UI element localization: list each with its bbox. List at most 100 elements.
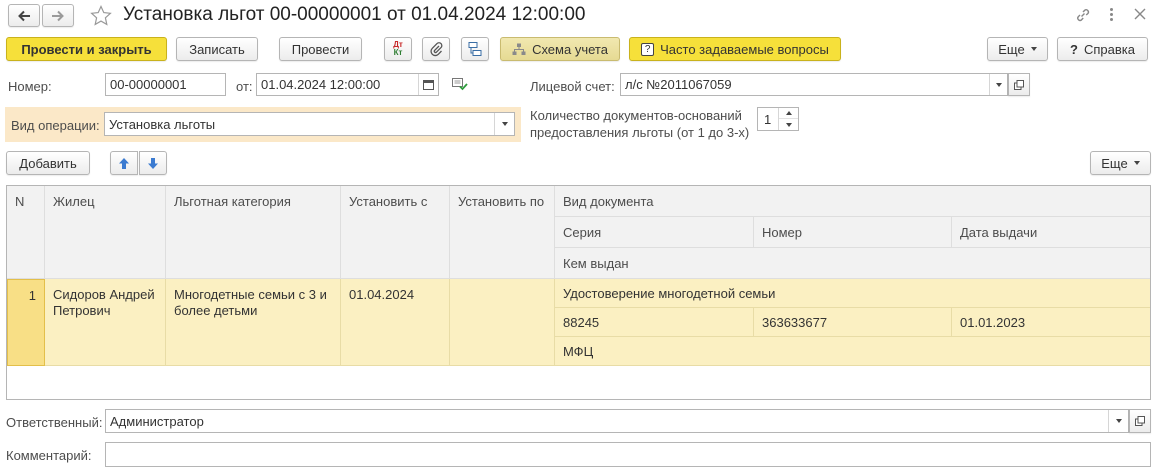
dt-kt-icon: Дт Кт bbox=[393, 40, 403, 57]
help-question-icon: ? bbox=[1070, 41, 1078, 57]
category-line2: более детьми bbox=[174, 303, 258, 318]
col-header-from[interactable]: Установить с bbox=[341, 186, 450, 279]
forward-button[interactable] bbox=[42, 4, 74, 27]
cell-issue-date[interactable]: 01.01.2023 bbox=[952, 308, 1150, 337]
comment-field[interactable] bbox=[105, 442, 1151, 467]
responsible-label: Ответственный: bbox=[6, 415, 103, 430]
series-value: 88245 bbox=[563, 314, 600, 330]
chevron-down-icon bbox=[1030, 47, 1037, 51]
open-window-icon bbox=[1135, 416, 1145, 426]
responsible-field[interactable]: Администратор bbox=[105, 409, 1129, 433]
cell-to[interactable] bbox=[450, 279, 555, 366]
account-field[interactable]: л/с №2011067059 bbox=[620, 73, 1008, 96]
account-dropdown-button[interactable] bbox=[989, 74, 1007, 95]
accounting-scheme-label: Схема учета bbox=[532, 41, 608, 57]
stepper-up-icon[interactable] bbox=[779, 108, 798, 119]
resident-name-line2: Петрович bbox=[53, 303, 111, 318]
more-menu-button[interactable]: Еще bbox=[987, 37, 1048, 61]
col-header-number[interactable]: Номер bbox=[754, 217, 952, 248]
col-header-to[interactable]: Установить по bbox=[450, 186, 555, 279]
vertical-dots-icon[interactable] bbox=[1108, 6, 1114, 23]
structure-button[interactable] bbox=[461, 37, 489, 61]
row-number: 1 bbox=[28, 288, 36, 303]
close-icon[interactable] bbox=[1134, 8, 1146, 23]
more-label: Еще bbox=[998, 41, 1025, 57]
faq-label: Часто задаваемые вопросы bbox=[660, 41, 829, 57]
open-window-icon bbox=[1014, 79, 1024, 90]
add-row-button[interactable]: Добавить bbox=[6, 151, 90, 175]
move-down-button[interactable] bbox=[139, 151, 167, 175]
cell-category[interactable]: Многодетные семьи с 3 и более детьми bbox=[166, 279, 341, 366]
issued-by-value: МФЦ bbox=[563, 343, 594, 359]
move-up-button[interactable] bbox=[110, 151, 138, 175]
date-value: 01.04.2024 12:00:00 bbox=[261, 77, 381, 92]
responsible-dropdown-button[interactable] bbox=[1108, 410, 1128, 432]
cell-number[interactable]: 363633677 bbox=[754, 308, 952, 337]
cell-resident[interactable]: Сидоров Андрей Петрович bbox=[45, 279, 166, 366]
docs-count-label-line2: предоставления льготы (от 1 до 3-х) bbox=[530, 125, 750, 140]
stepper-buttons[interactable] bbox=[778, 108, 798, 130]
favorite-star-button[interactable] bbox=[90, 5, 112, 29]
post-and-close-button[interactable]: Провести и закрыть bbox=[6, 37, 167, 61]
col-header-category[interactable]: Льготная категория bbox=[166, 186, 341, 279]
save-button[interactable]: Записать bbox=[176, 37, 258, 61]
link-icon[interactable] bbox=[1075, 7, 1091, 26]
benefits-table[interactable]: N Жилец Льготная категория Установить с … bbox=[6, 185, 1151, 400]
cell-doc-type[interactable]: Удостоверение многодетной семьи bbox=[555, 279, 1150, 308]
help-button[interactable]: ? Справка bbox=[1057, 37, 1148, 61]
col-header-doc-type[interactable]: Вид документа bbox=[555, 186, 1150, 217]
date-field[interactable]: 01.04.2024 12:00:00 bbox=[256, 73, 439, 96]
attachments-button[interactable] bbox=[422, 37, 450, 61]
docs-count-value: 1 bbox=[764, 111, 772, 127]
cell-issued-by[interactable]: МФЦ bbox=[555, 337, 1150, 366]
paperclip-icon bbox=[430, 42, 443, 57]
arrow-left-icon bbox=[18, 10, 30, 21]
dt-kt-button[interactable]: Дт Кт bbox=[384, 37, 412, 61]
stepper-down-icon[interactable] bbox=[779, 119, 798, 130]
cell-n[interactable]: 1 bbox=[7, 279, 45, 366]
accounting-scheme-button[interactable]: Схема учета bbox=[500, 37, 620, 61]
cell-from[interactable]: 01.04.2024 bbox=[341, 279, 450, 366]
calendar-icon bbox=[423, 80, 434, 90]
question-icon: ? bbox=[641, 42, 655, 56]
operation-value: Установка льготы bbox=[109, 116, 216, 132]
post-button[interactable]: Провести bbox=[279, 37, 362, 61]
posting-status-icon bbox=[452, 77, 468, 94]
calendar-button[interactable] bbox=[418, 74, 438, 95]
col-header-series[interactable]: Серия bbox=[555, 217, 754, 248]
star-icon bbox=[90, 5, 112, 26]
table-more-label: Еще bbox=[1101, 155, 1128, 171]
number-value-cell: 363633677 bbox=[762, 314, 828, 330]
operation-select[interactable]: Установка льготы bbox=[104, 112, 515, 136]
col-header-n[interactable]: N bbox=[7, 186, 45, 279]
number-value: 00-00000001 bbox=[110, 77, 187, 92]
arrow-down-icon bbox=[148, 157, 158, 169]
arrow-right-icon bbox=[52, 10, 64, 21]
operation-dropdown-button[interactable] bbox=[494, 113, 514, 135]
comment-label: Комментарий: bbox=[6, 448, 92, 463]
doc-type-value: Удостоверение многодетной семьи bbox=[563, 285, 776, 301]
chevron-down-icon bbox=[1133, 161, 1140, 165]
col-header-issue-date[interactable]: Дата выдачи bbox=[952, 217, 1150, 248]
chevron-down-icon bbox=[501, 122, 508, 126]
number-label: Номер: bbox=[8, 79, 52, 94]
help-label: Справка bbox=[1083, 41, 1135, 57]
docs-count-stepper[interactable]: 1 bbox=[757, 107, 799, 131]
col-header-issued-by[interactable]: Кем выдан bbox=[555, 248, 1150, 279]
back-button[interactable] bbox=[8, 4, 40, 27]
table-more-button[interactable]: Еще bbox=[1090, 151, 1151, 175]
operation-label: Вид операции: bbox=[11, 118, 100, 133]
document-structure-icon bbox=[468, 42, 482, 56]
number-field[interactable]: 00-00000001 bbox=[105, 73, 226, 96]
responsible-open-button[interactable] bbox=[1129, 409, 1151, 433]
from-date: 01.04.2024 bbox=[349, 287, 415, 302]
faq-button[interactable]: ? Часто задаваемые вопросы bbox=[629, 37, 841, 61]
page-title: Установка льгот 00-00000001 от 01.04.202… bbox=[123, 4, 586, 25]
chevron-down-icon bbox=[995, 82, 1002, 87]
date-label: от: bbox=[236, 79, 253, 94]
cell-series[interactable]: 88245 bbox=[555, 308, 754, 337]
col-header-resident[interactable]: Жилец bbox=[45, 186, 166, 279]
category-line1: Многодетные семьи с 3 и bbox=[174, 287, 327, 302]
responsible-value: Администратор bbox=[110, 413, 204, 429]
account-open-button[interactable] bbox=[1008, 73, 1030, 96]
